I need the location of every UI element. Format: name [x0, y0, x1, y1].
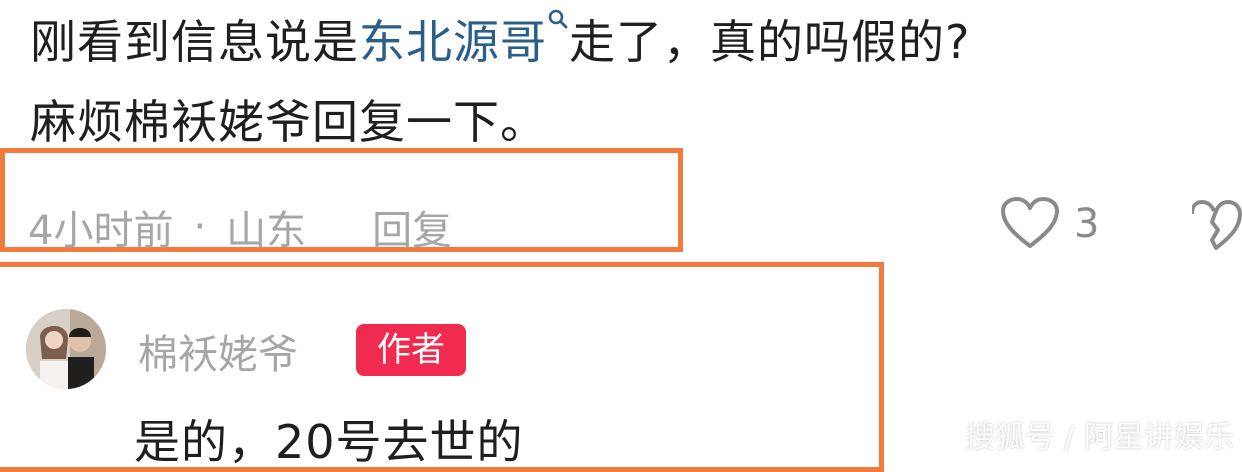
meta-separator: · — [193, 204, 207, 250]
comment-text-before-mention: 刚看到信息说是 — [30, 15, 359, 69]
comment-text-after-mention: 走了，真的吗假的? — [569, 15, 971, 69]
comment-location: 山东 — [226, 208, 307, 254]
reply-button[interactable]: 回复 — [372, 208, 452, 254]
heart-outline-icon — [1001, 197, 1059, 248]
comment-time: 4小时前 — [28, 208, 174, 254]
mention-link[interactable]: 东北源哥 — [359, 15, 547, 69]
reply-username[interactable]: 棉袄姥爷 — [138, 322, 298, 380]
comment-meta: 4小时前 · 山东 回复 — [28, 198, 452, 256]
comment-text: 刚看到信息说是东北源哥 走了，真的吗假的? 麻烦棉袄姥爷回复一下。 — [30, 2, 1230, 162]
like-count: 3 — [1074, 201, 1100, 247]
avatar[interactable] — [26, 309, 106, 389]
dislike-button[interactable] — [1190, 199, 1242, 256]
reply-text: 是的，20号去世的 — [134, 415, 524, 469]
watermark: 搜狐号 / 阿星讲娱乐 — [964, 420, 1234, 455]
comment-line-1: 刚看到信息说是东北源哥 走了，真的吗假的? — [30, 2, 1230, 82]
search-icon[interactable] — [547, 2, 569, 46]
broken-heart-icon — [1190, 199, 1242, 250]
author-badge: 作者 — [356, 324, 466, 376]
like-button[interactable]: 3 — [1000, 196, 1099, 252]
